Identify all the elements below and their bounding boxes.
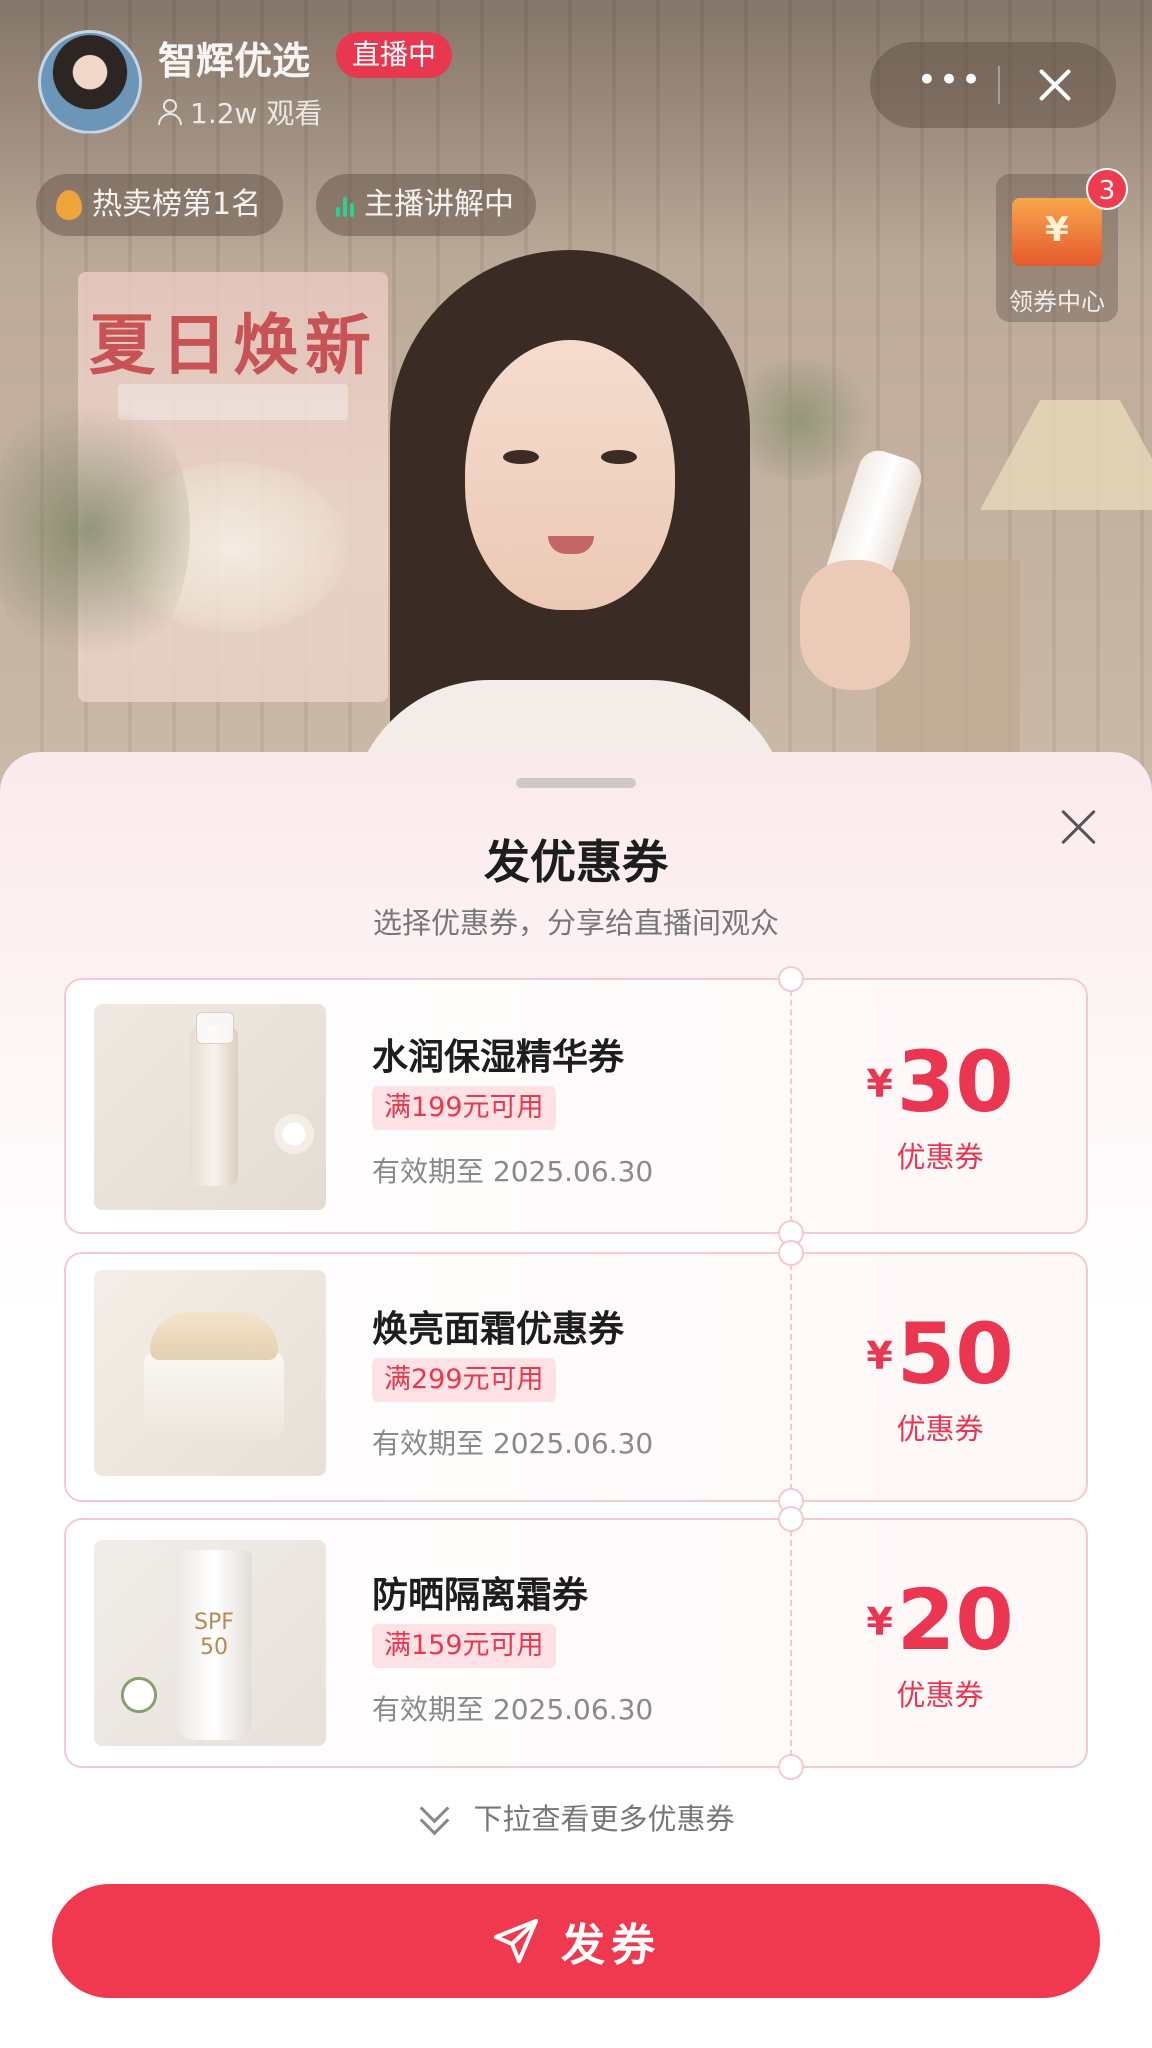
send-button-label: 发券 <box>561 1920 661 1971</box>
send-icon <box>494 1919 538 1963</box>
coupon-card[interactable]: 水润保湿精华券 满199元可用 有效期至 2025.06.30 ¥30 优惠券 <box>64 966 1088 1246</box>
stream-controls: ••• <box>870 42 1116 128</box>
send-coupon-button[interactable]: 发券 <box>52 1884 1100 1998</box>
amount-value: 20 <box>896 1571 1014 1669</box>
chevron-down-icon <box>417 1800 451 1834</box>
close-icon[interactable] <box>1030 60 1080 110</box>
host-explaining-label: 主播讲解中 <box>364 187 514 222</box>
coupon-unit: 优惠券 <box>896 1140 984 1174</box>
send-coupon-sheet: 发优惠券 选择优惠券，分享给直播间观众 水润保湿精华券 满199元可用 有效期至… <box>0 752 1152 2048</box>
notch <box>778 1754 804 1780</box>
coupon-name: 焕亮面霜优惠券 <box>372 1309 625 1350</box>
fire-icon <box>56 190 82 220</box>
coupon-card[interactable]: 焕亮面霜优惠券 满299元可用 有效期至 2025.06.30 ¥50 优惠券 <box>64 1240 1088 1514</box>
product-image-serum <box>94 1004 326 1210</box>
streamer-name[interactable]: 智辉优选 <box>158 30 310 85</box>
coupon-validity: 有效期至 2025.06.30 <box>372 1693 654 1726</box>
more-icon[interactable]: ••• <box>910 63 990 100</box>
coupon-validity: 有效期至 2025.06.30 <box>372 1427 654 1460</box>
coupon-condition: 满299元可用 <box>372 1358 556 1402</box>
host-face <box>465 340 675 610</box>
coupon-center-label: 领券中心 <box>1009 288 1105 316</box>
product-image-cream <box>94 1270 326 1476</box>
coupon-card[interactable]: SPF 50 防晒隔离霜券 满159元可用 有效期至 2025.06.30 ¥20… <box>64 1506 1088 1780</box>
coupon-condition: 满199元可用 <box>372 1086 556 1130</box>
user-icon <box>158 99 182 125</box>
coupon-name: 防晒隔离霜券 <box>372 1575 589 1616</box>
notch <box>778 966 804 992</box>
currency-symbol: ¥ <box>866 1600 893 1644</box>
coupon-unit: 优惠券 <box>896 1412 984 1446</box>
streamer-avatar[interactable] <box>38 30 142 134</box>
coupon-amount: ¥50 <box>792 1312 1088 1396</box>
product-image-sunscreen: SPF 50 <box>94 1540 326 1746</box>
viewer-count: 1.2w 观看 <box>158 92 322 132</box>
hot-rank-tag[interactable]: 热卖榜第1名 <box>36 174 284 236</box>
live-badge: 直播中 <box>336 32 453 78</box>
host-eye <box>601 450 637 464</box>
coupon-validity: 有效期至 2025.06.30 <box>372 1155 654 1188</box>
sheet-subtitle: 选择优惠券，分享给直播间观众 <box>372 906 779 940</box>
coupon-name: 水润保湿精华券 <box>372 1037 625 1078</box>
host-hand <box>800 560 910 690</box>
host-eye <box>503 450 539 464</box>
pull-more-label: 下拉查看更多优惠券 <box>473 1802 735 1836</box>
sheet-title: 发优惠券 <box>484 835 668 889</box>
viewer-count-text: 1.2w 观看 <box>190 97 323 130</box>
notch <box>778 1506 804 1532</box>
hot-rank-label: 热卖榜第1名 <box>92 187 262 222</box>
host-figure <box>330 250 810 800</box>
pull-more-hint[interactable]: 下拉查看更多优惠券 <box>0 1796 1152 1838</box>
coupon-amount: ¥20 <box>792 1578 1088 1662</box>
amount-value: 50 <box>896 1305 1014 1403</box>
drag-handle[interactable] <box>516 778 636 788</box>
coupon-unit: 优惠券 <box>896 1678 984 1712</box>
notification-badge: 3 <box>1086 168 1128 210</box>
currency-symbol: ¥ <box>866 1062 893 1106</box>
wave-icon <box>336 193 354 217</box>
host-lips <box>548 536 594 554</box>
host-explaining-tag[interactable]: 主播讲解中 <box>316 174 536 236</box>
currency-symbol: ¥ <box>866 1334 893 1378</box>
amount-value: 30 <box>896 1033 1014 1131</box>
divider <box>998 66 1000 104</box>
coupon-center-icon <box>1012 198 1102 266</box>
notch <box>778 1240 804 1266</box>
coupon-condition: 满159元可用 <box>372 1624 556 1668</box>
coupon-amount: ¥30 <box>792 1040 1088 1124</box>
